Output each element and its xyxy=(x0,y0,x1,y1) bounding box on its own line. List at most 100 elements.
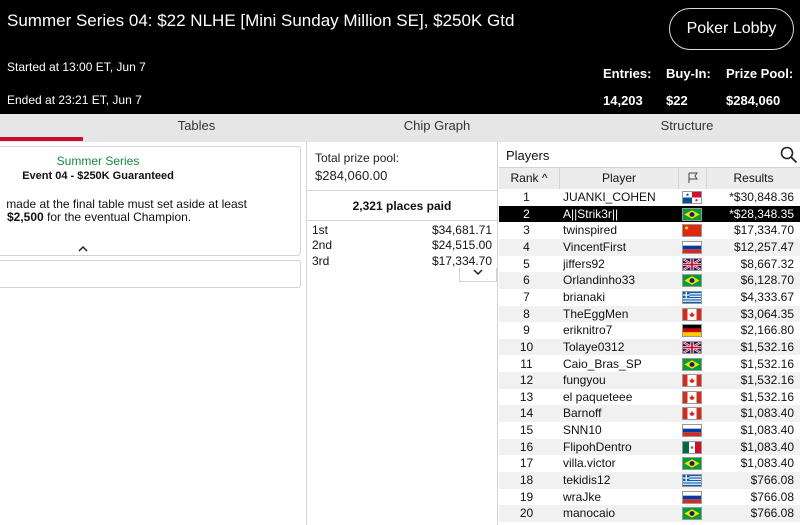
buyin-value: $22 xyxy=(666,93,688,108)
rank-header-label: Rank xyxy=(510,171,539,185)
russia-flag-icon xyxy=(682,490,702,504)
tab-bar: Tables Chip Graph Structure xyxy=(0,114,800,142)
player-name-cell: Tolaye0312 xyxy=(563,339,625,354)
player-name-cell: FlipohDentro xyxy=(563,439,632,454)
player-name-cell: el paqueteee xyxy=(563,389,633,404)
russia-flag-icon xyxy=(682,424,702,438)
result-cell: $3,064.35 xyxy=(740,306,794,321)
search-icon[interactable] xyxy=(780,146,798,164)
active-tab-indicator xyxy=(0,137,83,141)
prize-pool-stat: Prize Pool: $284,060 xyxy=(726,66,793,108)
table-row[interactable]: 15 SNN10 $1,083.40 xyxy=(499,422,800,439)
table-row[interactable]: 13 el paqueteee $1,532.16 xyxy=(499,389,800,406)
table-row[interactable]: 10 Tolaye0312 $1,532.16 xyxy=(499,338,800,356)
payout-place: 3rd xyxy=(312,254,330,268)
prize-pool-value: $284,060 xyxy=(726,93,781,108)
table-row[interactable]: 4 VincentFirst $12,257.47 xyxy=(499,238,800,256)
deal-rule-text-end: for the eventual Champion. xyxy=(43,210,192,224)
player-name-cell: TheEggMen xyxy=(563,306,629,321)
end-time: Ended at 23:21 ET, Jun 7 xyxy=(7,93,142,107)
table-row[interactable]: 6 Orlandinho33 $6,128.70 xyxy=(499,272,800,289)
canada-flag-icon xyxy=(682,374,702,388)
rank-cell: 3 xyxy=(523,223,530,238)
entries-stat: Entries: 14,203 xyxy=(603,66,651,108)
results-column-header[interactable]: Results xyxy=(707,168,800,189)
expand-payouts-chevron-down-icon[interactable] xyxy=(459,268,497,282)
rank-cell: 6 xyxy=(523,273,530,288)
payout-row: 1st $34,681.71 xyxy=(312,223,492,238)
buyin-stat: Buy-In: $22 xyxy=(666,66,711,108)
brazil-flag-icon xyxy=(682,274,702,288)
rank-cell: 18 xyxy=(519,473,534,488)
event-info-panel: Summer Series Event 04 - $250K Guarantee… xyxy=(0,146,301,256)
table-row[interactable]: 18 tekidis12 $766.08 xyxy=(499,472,800,489)
table-row[interactable]: 14 Barnoff $1,083.40 xyxy=(499,405,800,423)
players-title: Players xyxy=(506,148,550,163)
collapse-chevron-up-icon[interactable] xyxy=(78,245,88,253)
player-column-header[interactable]: Player xyxy=(560,168,679,189)
rank-cell: 13 xyxy=(519,389,534,404)
table-row[interactable]: 3 twinspired $17,334.70 xyxy=(499,222,800,239)
player-name-cell: villa.victor xyxy=(563,456,616,471)
greece-flag-icon xyxy=(682,474,702,488)
result-cell: $1,083.40 xyxy=(740,456,794,471)
table-row[interactable]: 9 eriknitro7 $2,166.80 xyxy=(499,322,800,339)
result-cell: $4,333.67 xyxy=(740,289,794,304)
deal-rule-text: made at the final table must set aside a… xyxy=(6,197,247,211)
rank-cell: 11 xyxy=(520,356,533,371)
player-name-cell: Orlandinho33 xyxy=(563,273,636,288)
table-row[interactable]: 20 manocaio $766.08 xyxy=(499,505,800,522)
brazil-flag-icon xyxy=(682,457,702,471)
rank-cell: 20 xyxy=(519,506,534,521)
result-cell: $766.08 xyxy=(750,473,794,488)
payout-amount: $24,515.00 xyxy=(431,238,492,252)
brazil-flag-icon xyxy=(682,207,702,221)
series-name: Summer Series xyxy=(56,154,140,168)
result-cell: *$28,348.35 xyxy=(729,206,794,221)
table-row[interactable]: 12 fungyou $1,532.16 xyxy=(499,372,800,389)
flag-column-header[interactable] xyxy=(679,168,707,189)
left-panel-empty-box xyxy=(0,260,301,288)
table-row[interactable]: 2 A||Strik3r|| *$28,348.35 xyxy=(499,205,800,223)
payout-amount: $17,334.70 xyxy=(431,254,492,268)
rank-cell: 1 xyxy=(523,190,530,204)
payout-place: 1st xyxy=(312,223,329,237)
player-name-cell: Caio_Bras_SP xyxy=(563,356,642,371)
player-name-cell: brianaki xyxy=(563,289,606,304)
table-row[interactable]: 7 brianaki $4,333.67 xyxy=(499,289,800,306)
payout-place: 2nd xyxy=(312,238,333,252)
panama-flag-icon xyxy=(682,191,702,204)
rank-column-header[interactable]: Rank ^ xyxy=(499,168,560,189)
player-name-cell: manocaio xyxy=(563,506,616,521)
player-name-cell: JUANKI_COHEN xyxy=(563,190,656,204)
result-cell: $1,532.16 xyxy=(740,339,794,354)
table-row[interactable]: 19 wraJke $766.08 xyxy=(499,489,800,506)
table-row[interactable]: 11 Caio_Bras_SP $1,532.16 xyxy=(499,356,800,373)
player-name-cell: VincentFirst xyxy=(563,239,627,254)
table-row[interactable]: 17 villa.victor $1,083.40 xyxy=(499,455,800,472)
table-row[interactable]: 16 FlipohDentro $1,083.40 xyxy=(499,438,800,456)
result-cell: $8,667.32 xyxy=(740,256,794,271)
table-row[interactable]: 8 TheEggMen $3,064.35 xyxy=(499,305,800,323)
total-prize-pool-value: $284,060.00 xyxy=(315,168,388,183)
brazil-flag-icon xyxy=(682,507,702,521)
players-header: Players xyxy=(499,142,800,168)
table-row[interactable]: 1 JUANKI_COHEN *$30,848.36 xyxy=(499,189,800,206)
greece-flag-icon xyxy=(682,290,702,304)
buyin-label: Buy-In: xyxy=(666,66,711,81)
result-cell: $766.08 xyxy=(750,506,794,521)
result-cell: $1,083.40 xyxy=(740,439,794,454)
tab-structure[interactable]: Structure xyxy=(560,114,800,142)
player-name-cell: Barnoff xyxy=(563,406,602,421)
rank-cell: 16 xyxy=(519,439,534,454)
rank-cell: 4 xyxy=(523,239,530,254)
table-row[interactable]: 5 jiffers92 $8,667.32 xyxy=(499,256,800,273)
result-cell: $2,166.80 xyxy=(740,323,794,338)
uk-flag-icon xyxy=(682,340,702,354)
payout-row: 2nd $24,515.00 xyxy=(312,238,492,253)
poker-lobby-button[interactable]: Poker Lobby xyxy=(669,8,794,50)
result-cell: $766.08 xyxy=(750,489,794,504)
rank-cell: 8 xyxy=(523,306,530,321)
rank-cell: 2 xyxy=(523,206,530,221)
result-cell: $1,532.16 xyxy=(740,373,794,388)
